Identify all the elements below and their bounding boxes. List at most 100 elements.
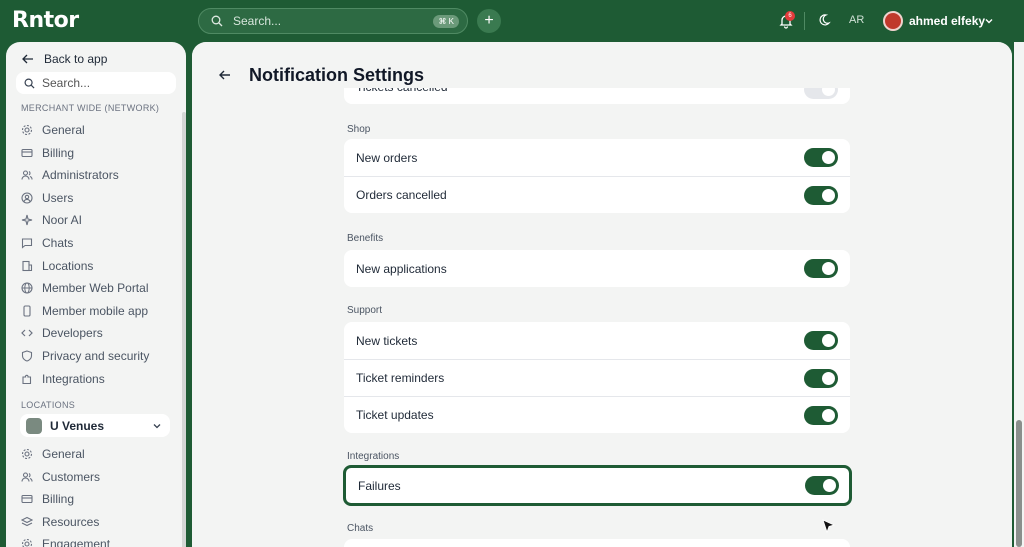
- sidebar-location-item-customers[interactable]: Customers: [21, 468, 100, 486]
- settings-row-label: New tickets: [356, 333, 418, 348]
- user-name[interactable]: ahmed elfeky: [909, 14, 985, 28]
- settings-row-label: New orders: [356, 150, 418, 165]
- settings-row-label: Ticket updates: [356, 408, 434, 422]
- app-logo[interactable]: Rntor: [12, 8, 79, 33]
- sidebar-item-label: Noor AI: [42, 213, 83, 228]
- settings-card-chats: [344, 539, 850, 547]
- sidebar-item-label: Engagement: [42, 537, 111, 547]
- sidebar-item-label: Privacy and security: [42, 349, 150, 363]
- user-avatar[interactable]: [883, 11, 903, 31]
- locations-section-label: LOCATIONS: [21, 400, 76, 410]
- sidebar-location-item-resources[interactable]: Resources: [21, 513, 99, 531]
- search-icon: [211, 15, 223, 27]
- settings-row: New tickets: [344, 322, 850, 359]
- sidebar-item-label: Member Web Portal: [42, 281, 149, 296]
- chevron-down-icon[interactable]: [984, 16, 994, 26]
- sidebar-item-member-web-portal[interactable]: Member Web Portal: [21, 279, 148, 297]
- settings-row-label: New applications: [356, 261, 447, 276]
- sidebar-item-label: General: [42, 123, 85, 137]
- moon-icon[interactable]: [817, 13, 831, 27]
- toggle-switch[interactable]: [804, 369, 838, 388]
- location-thumbnail: [26, 417, 42, 434]
- settings-row: Orders cancelled: [344, 176, 850, 213]
- location-select-value: U Venues: [50, 418, 105, 433]
- sidebar-item-label: Chats: [42, 236, 74, 250]
- main-scrollbar-thumb[interactable]: [1016, 420, 1022, 547]
- sidebar-item-label: Users: [42, 190, 74, 205]
- toggle-switch[interactable]: [804, 406, 838, 425]
- settings-row: New applications: [344, 250, 850, 287]
- add-button[interactable]: +: [477, 9, 501, 33]
- settings-row-label: Ticket reminders: [356, 371, 445, 385]
- sidebar-item-billing[interactable]: Billing: [21, 144, 74, 162]
- top-bar: Rntor Search... ⌘ K + 6 AR ahmed elfeky: [0, 0, 1024, 42]
- settings-sidebar: Back to app Search... MERCHANT WIDE (NET…: [6, 42, 186, 547]
- sidebar-location-item-general[interactable]: General: [21, 445, 85, 463]
- sidebar-item-member-mobile-app[interactable]: Member mobile app: [21, 302, 148, 320]
- global-search-placeholder: Search...: [233, 14, 282, 28]
- sidebar-item-label: Locations: [42, 258, 94, 273]
- group-label-shop: Shop: [347, 124, 371, 135]
- notification-count-badge: 6: [785, 11, 795, 21]
- sidebar-item-label: Resources: [42, 514, 100, 529]
- sidebar-item-noor-ai[interactable]: Noor AI: [21, 211, 82, 229]
- mouse-cursor-icon: [822, 519, 836, 534]
- phone-icon: [23, 305, 31, 317]
- group-label-integrations: Integrations: [347, 451, 400, 462]
- back-arrow-icon[interactable]: [219, 70, 231, 80]
- sidebar-item-privacy-and-security[interactable]: Privacy and security: [21, 347, 149, 365]
- sparkle-icon: [21, 215, 33, 226]
- header-divider: [804, 12, 805, 30]
- sidebar-scrollbar[interactable]: [182, 112, 186, 547]
- sidebar-search-input[interactable]: Search...: [16, 72, 176, 94]
- group-label-benefits: Benefits: [347, 233, 384, 244]
- sidebar-item-general[interactable]: General: [21, 121, 85, 139]
- search-icon: [24, 78, 35, 89]
- chat-icon: [21, 238, 33, 249]
- location-select[interactable]: U Venues: [20, 414, 170, 437]
- card-icon: [21, 495, 33, 504]
- arrow-left-icon: [22, 54, 33, 64]
- sidebar-item-locations[interactable]: Locations: [21, 257, 93, 275]
- group-label-chats: Chats: [347, 523, 374, 534]
- chevron-down-icon: [153, 424, 161, 429]
- settings-row: Failures: [346, 468, 849, 503]
- gear-icon: [21, 539, 33, 547]
- merchant-section-label: MERCHANT WIDE (NETWORK): [21, 103, 160, 113]
- toggle-switch[interactable]: [804, 186, 838, 205]
- sidebar-item-users[interactable]: Users: [21, 189, 73, 207]
- sidebar-location-item-billing[interactable]: Billing: [21, 490, 74, 508]
- page-title: Notification Settings: [249, 65, 424, 85]
- toggle-switch[interactable]: [804, 148, 838, 167]
- user-circle-icon: [21, 192, 33, 204]
- sidebar-item-administrators[interactable]: Administrators: [21, 166, 119, 184]
- sidebar-item-label: Billing: [42, 145, 75, 160]
- language-toggle[interactable]: AR: [849, 14, 864, 26]
- settings-card-integrations: Failures: [343, 465, 852, 506]
- globe-icon: [21, 282, 33, 294]
- sidebar-item-integrations[interactable]: Integrations: [21, 370, 105, 388]
- settings-row: New orders: [344, 139, 850, 176]
- back-to-app-link[interactable]: Back to app: [22, 52, 107, 66]
- settings-card-benefits: New applications: [344, 250, 850, 287]
- building-icon: [22, 260, 33, 271]
- toggle-switch[interactable]: [804, 331, 838, 350]
- main-scrollbar[interactable]: [1014, 42, 1024, 547]
- card-icon: [21, 148, 33, 157]
- settings-card-shop: New orders Orders cancelled: [344, 139, 850, 213]
- global-search-input[interactable]: Search... ⌘ K: [198, 8, 468, 34]
- settings-row-label: Failures: [358, 478, 401, 493]
- settings-card-support: New tickets Ticket reminders Ticket update…: [344, 322, 850, 433]
- sidebar-item-label: Administrators: [42, 168, 119, 183]
- sidebar-search-placeholder: Search...: [42, 76, 91, 90]
- toggle-switch[interactable]: [805, 476, 839, 495]
- sidebar-item-label: Integrations: [42, 371, 105, 386]
- notification-settings-panel: Notification Settings Tickets cancelled …: [192, 42, 1012, 547]
- users-icon: [21, 472, 33, 482]
- sidebar-item-developers[interactable]: Developers: [21, 324, 103, 342]
- sidebar-item-label: Customers: [42, 469, 101, 484]
- sidebar-location-item-engagement[interactable]: Engagement: [21, 535, 110, 547]
- sidebar-item-chats[interactable]: Chats: [21, 234, 73, 252]
- settings-row: Ticket reminders: [344, 359, 850, 396]
- toggle-switch[interactable]: [804, 259, 838, 278]
